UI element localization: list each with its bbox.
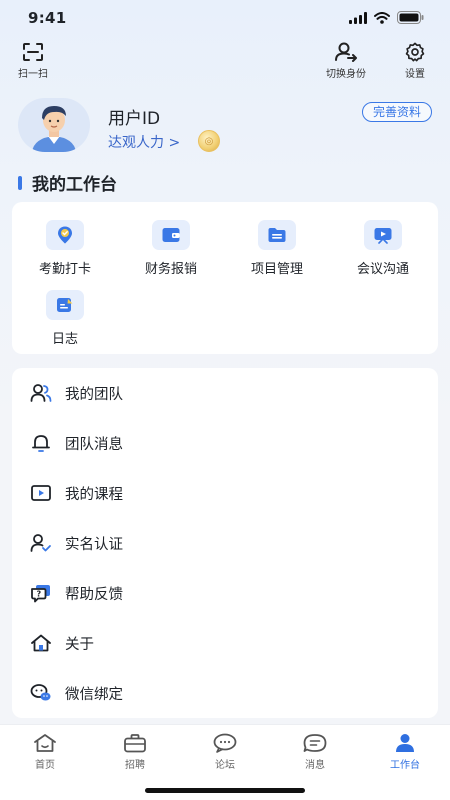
menu-item-team-messages[interactable]: 团队消息 [12, 423, 438, 463]
wifi-icon [374, 11, 390, 24]
menu-item-real-name[interactable]: 实名认证 [12, 523, 438, 563]
message-icon [303, 734, 327, 752]
tab-recruit[interactable]: 招聘 [105, 733, 165, 771]
menu-item-label: 关于 [65, 636, 94, 653]
tab-label: 消息 [305, 760, 325, 771]
menu-item-label: 帮助反馈 [65, 586, 123, 603]
tab-messages[interactable]: 消息 [285, 733, 345, 771]
wallet-icon [152, 220, 190, 250]
menu-item-label: 实名认证 [65, 536, 123, 553]
workbench-item-label: 日志 [51, 332, 78, 347]
home-icon [34, 734, 56, 752]
video-icon [364, 220, 402, 250]
section-accent-bar [18, 175, 22, 190]
menu-item-wechat[interactable]: 微信绑定 [12, 673, 438, 713]
home-indicator [145, 788, 305, 793]
briefcase-icon [124, 734, 146, 753]
profile-section: 用户ID 达观人力 > ◎ 完善资料 [18, 98, 432, 152]
menu-list: 我的团队 团队消息 我的课程 实名认证 ? 帮助反馈 关于 微信绑定 [12, 368, 438, 718]
workbench-item-projects[interactable]: 项目管理 [224, 220, 330, 277]
course-play-icon [29, 481, 53, 505]
scan-label: 扫一扫 [18, 69, 48, 80]
avatar[interactable] [18, 98, 90, 152]
settings-button[interactable]: 设置 [404, 42, 426, 80]
menu-item-label: 我的课程 [65, 486, 123, 503]
workbench-item-meeting[interactable]: 会议沟通 [330, 220, 436, 277]
battery-icon [397, 11, 424, 24]
section-title-text: 我的工作台 [32, 175, 117, 195]
svg-text:?: ? [36, 590, 41, 599]
menu-item-label: 微信绑定 [65, 686, 123, 703]
edit-note-icon [46, 290, 84, 320]
menu-item-my-courses[interactable]: 我的课程 [12, 473, 438, 513]
workbench-item-label: 考勤打卡 [38, 262, 91, 277]
coin-icon: ◎ [198, 130, 220, 152]
tab-forum[interactable]: 论坛 [195, 733, 255, 771]
tab-label: 招聘 [125, 760, 145, 771]
menu-item-help-feedback[interactable]: ? 帮助反馈 [12, 573, 438, 613]
workbench-item-finance[interactable]: 财务报销 [118, 220, 224, 277]
location-check-icon [46, 220, 84, 250]
settings-label: 设置 [405, 69, 425, 80]
menu-item-my-team[interactable]: 我的团队 [12, 373, 438, 413]
scan-icon [23, 43, 43, 61]
house-icon [29, 631, 53, 655]
workbench-item-attendance[interactable]: 考勤打卡 [12, 220, 118, 277]
menu-item-label: 我的团队 [65, 386, 123, 403]
folder-icon [258, 220, 296, 250]
workbench-item-label: 项目管理 [250, 262, 303, 277]
username: 用户ID [108, 109, 161, 129]
tab-workbench[interactable]: 工作台 [375, 733, 435, 771]
workbench-card: 考勤打卡 财务报销 项目管理 会议沟通 日志 [12, 202, 438, 354]
status-time: 9:41 [28, 9, 67, 27]
top-toolbar: 扫一扫 切换身份 设置 [0, 42, 450, 82]
tab-home[interactable]: 首页 [15, 733, 75, 771]
section-title: 我的工作台 [18, 170, 117, 195]
switch-identity-label: 切换身份 [326, 69, 366, 80]
tab-label: 论坛 [215, 760, 235, 771]
status-bar: 9:41 [0, 0, 450, 38]
forum-icon [213, 733, 237, 753]
tab-label: 首页 [35, 760, 55, 771]
status-icons [349, 11, 424, 24]
signal-icon [349, 11, 367, 24]
bell-icon [29, 431, 53, 455]
workbench-item-label: 财务报销 [144, 262, 197, 277]
workbench-item-label: 会议沟通 [356, 262, 409, 277]
tab-label: 工作台 [390, 760, 420, 771]
menu-item-label: 团队消息 [65, 436, 123, 453]
user-verified-icon [29, 531, 53, 555]
wechat-icon [29, 681, 53, 705]
person-icon [396, 734, 414, 752]
switch-identity-button[interactable]: 切换身份 [326, 42, 366, 80]
company-link[interactable]: 达观人力 > [108, 132, 180, 152]
team-icon [29, 381, 53, 405]
switch-user-icon [335, 42, 357, 62]
workbench-item-log[interactable]: 日志 [12, 290, 118, 347]
scan-button[interactable]: 扫一扫 [18, 42, 48, 80]
gear-icon [405, 42, 425, 62]
menu-item-about[interactable]: 关于 [12, 623, 438, 663]
avatar-illustration [18, 98, 90, 152]
complete-profile-button[interactable]: 完善资料 [361, 102, 432, 122]
help-feedback-icon: ? [29, 581, 53, 605]
